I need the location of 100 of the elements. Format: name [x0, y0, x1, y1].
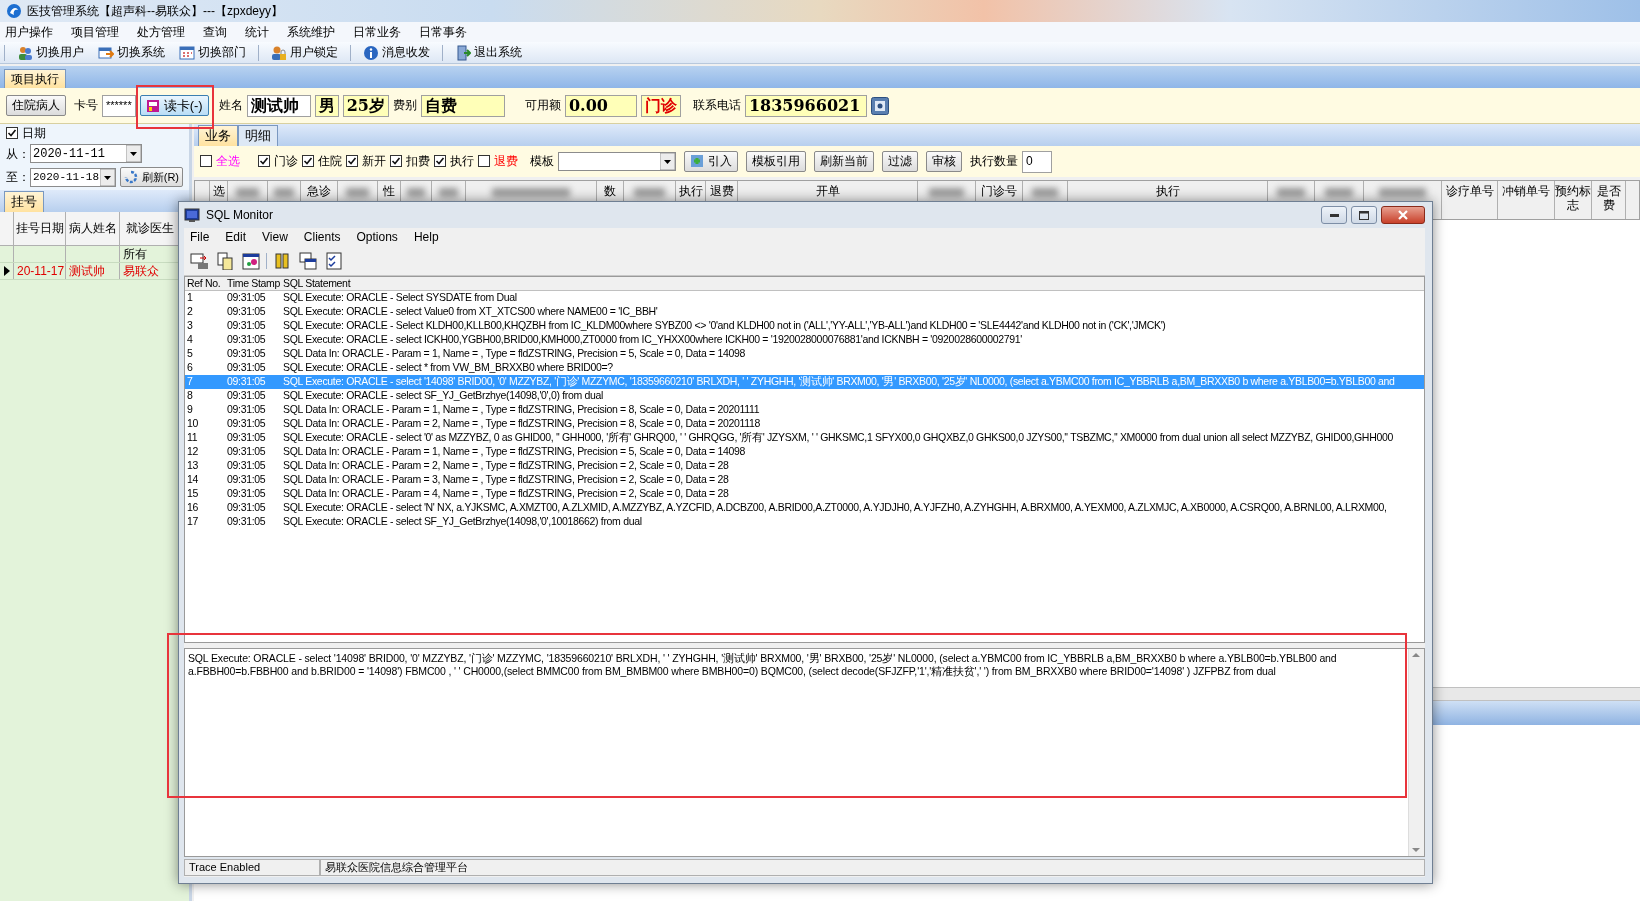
log-row[interactable]: 9 09:31:05 SQL Data In: ORACLE - Param = 1, Name = , Type = fldZSTRING, Precision = 8, Scale = 0, Data = 20201111: [185, 403, 1424, 417]
log-row[interactable]: 15 09:31:05 SQL Data In: ORACLE - Param = 4, Name = , Type = fldZSTRING, Precision = 2, Scale = 0, Data = 28: [185, 487, 1424, 501]
menu-item[interactable]: 项目管理: [70, 24, 120, 40]
column-header[interactable]: 冲销单号: [1502, 185, 1550, 199]
maximize-button[interactable]: [1351, 206, 1377, 224]
dropdown-arrow-icon[interactable]: [126, 145, 141, 163]
column-header[interactable]: 开单: [815, 185, 840, 199]
menu-item[interactable]: 处方管理: [136, 24, 186, 40]
column-header[interactable]: Time Stamp: [227, 277, 283, 290]
export-icon[interactable]: [190, 251, 208, 270]
column-header[interactable]: 是否费: [1592, 185, 1625, 213]
log-row[interactable]: 1 09:31:05 SQL Execute: ORACLE - Select SYSDATE from Dual: [185, 291, 1424, 305]
column-header[interactable]: 性: [383, 185, 395, 199]
column-header[interactable]: 预约标志: [1555, 185, 1591, 213]
vertical-scrollbar[interactable]: [1408, 649, 1424, 856]
balance-field[interactable]: 0.00: [564, 94, 637, 117]
log-row[interactable]: 3 09:31:05 SQL Execute: ORACLE - Select KLDH00,KLLB00,KHQZBH from IC_KLDM00where SYBZ00 <> '0'and KLDH00 not in ('ALL','YY-ALL','YB-ALL')and KLDH00 = 'SLE4442'and KLDH00 not in ('CK','JMCK'): [185, 319, 1424, 333]
log-row[interactable]: 8 09:31:05 SQL Execute: ORACLE - select SF_YJ_GetBrzhye(14098,'0',0) from dual: [185, 389, 1424, 403]
read-card-button[interactable]: 读卡(-): [139, 94, 209, 117]
menu-item[interactable]: File: [190, 229, 210, 245]
log-row[interactable]: 6 09:31:05 SQL Execute: ORACLE - select * from VW_BM_BRXXB0 where BRID00=?: [185, 361, 1424, 375]
window-chart-icon[interactable]: [242, 251, 260, 270]
dropdown-arrow-icon[interactable]: [99, 168, 115, 186]
inpatient-button[interactable]: 住院病人: [6, 95, 66, 116]
menu-item[interactable]: Options: [356, 229, 398, 245]
menu-item[interactable]: Clients: [303, 229, 341, 245]
column-header[interactable]: 选: [212, 185, 225, 199]
dropdown-arrow-icon[interactable]: [660, 153, 675, 170]
date-checkbox[interactable]: [6, 127, 18, 140]
checkbox[interactable]: [258, 155, 270, 168]
log-row[interactable]: 12 09:31:05 SQL Data In: ORACLE - Param = 1, Name = , Type = fldZSTRING, Precision = 5, Scale = 0, Data = 14098: [185, 445, 1424, 459]
column-header[interactable]: 数: [604, 185, 616, 199]
date-picker[interactable]: 2020-11-11: [30, 144, 142, 164]
log-row[interactable]: 17 09:31:05 SQL Execute: ORACLE - select SF_YJ_GetBrzhye(14098,'0',10018662) from dual: [185, 515, 1424, 529]
minimize-button[interactable]: [1321, 206, 1347, 224]
menu-item[interactable]: 统计: [244, 24, 270, 40]
checkbox[interactable]: [434, 155, 446, 168]
visit-type-field[interactable]: 门诊: [640, 94, 681, 117]
toolbar-button[interactable]: 切换系统: [117, 45, 165, 60]
maximize-icon: [1359, 210, 1369, 220]
exec-count-field[interactable]: 0: [1022, 150, 1052, 173]
menu-item[interactable]: 用户操作: [4, 24, 54, 40]
tab[interactable]: 项目执行: [4, 68, 66, 88]
toolbar-button[interactable]: 模板引用: [746, 151, 806, 172]
log-row[interactable]: 10 09:31:05 SQL Data In: ORACLE - Param = 2, Name = , Type = fldZSTRING, Precision = 8, Scale = 0, Data = 20201118: [185, 417, 1424, 431]
checkbox[interactable]: [478, 155, 490, 168]
toolbar-button[interactable]: 审核: [926, 151, 962, 172]
menu-item[interactable]: 系统维护: [286, 24, 336, 40]
phone-book-button[interactable]: [870, 96, 889, 115]
menu-item[interactable]: Help: [413, 229, 439, 245]
checklist-icon[interactable]: [325, 251, 343, 270]
menu-item[interactable]: 查询: [202, 24, 228, 40]
column-header[interactable]: 门诊号: [981, 185, 1017, 199]
log-row[interactable]: 11 09:31:05 SQL Execute: ORACLE - select '0' as MZZYBZ, 0 as GHID00, '' GHH000, '所有' GHRQ00, ' ' GHRQGG, '所有' JZYSXM, ' ' GHKSMC,1 SFYX00,0 GHQXBZ,0 GHKS00,0 JZYS00,'' TSBZMC,'' XM0000 from dual union all select MZZYBZ, GHID00,GHH000: [185, 431, 1424, 445]
copy-icon[interactable]: [216, 251, 234, 270]
log-row[interactable]: 2 09:31:05 SQL Execute: ORACLE - select Value0 from XT_XTCS00 where NAME00 = 'IC_BBH': [185, 305, 1424, 319]
sex-field[interactable]: 男: [314, 94, 339, 117]
date-picker[interactable]: 2020-11-18: [30, 167, 116, 187]
menu-item[interactable]: Edit: [225, 229, 247, 245]
column-header[interactable]: 病人姓名: [66, 212, 120, 245]
log-row[interactable]: 13 09:31:05 SQL Data In: ORACLE - Param = 2, Name = , Type = fldZSTRING, Precision = 2, Scale = 0, Data = 28: [185, 459, 1424, 473]
column-header[interactable]: 挂号日期: [14, 212, 66, 245]
refresh-button[interactable]: 刷新(R): [119, 167, 183, 188]
age-field[interactable]: 25岁: [342, 94, 389, 117]
fee-type-field[interactable]: 自费: [420, 94, 505, 117]
phone-field[interactable]: 1835966021: [744, 94, 867, 117]
toolbar-button[interactable]: 过滤: [882, 151, 918, 172]
toolbar-button[interactable]: 刷新当前: [814, 151, 874, 172]
column-header[interactable]: 急诊: [307, 185, 331, 199]
toolbar-button[interactable]: 用户锁定: [290, 45, 338, 60]
checkbox[interactable]: [200, 155, 212, 168]
toolbar-button[interactable]: 引入: [684, 151, 738, 172]
column-header[interactable]: 执行: [678, 185, 703, 199]
menu-item[interactable]: 日常事务: [418, 24, 468, 40]
checkbox[interactable]: [302, 155, 314, 168]
toolbar-button[interactable]: 退出系统: [474, 45, 522, 60]
windows-icon[interactable]: [299, 251, 317, 270]
tab[interactable]: 明细: [238, 125, 278, 146]
menu-item[interactable]: 日常业务: [352, 24, 402, 40]
card-number-field[interactable]: ******: [102, 94, 136, 117]
column-header[interactable]: 诊疗单号: [1445, 185, 1494, 199]
log-row[interactable]: 4 09:31:05 SQL Execute: ORACLE - select ICKH00,YGBH00,BRID00,KMH000,ZT0000 from IC_YHXX00where ICKH00 = '1920028000076881'and ICKNBH = '0920028600002791': [185, 333, 1424, 347]
menu-item[interactable]: View: [262, 229, 288, 245]
toolbar-button[interactable]: 切换部门: [198, 45, 246, 60]
toolbar-button[interactable]: 消息收发: [382, 45, 430, 60]
tab[interactable]: 挂号: [4, 191, 44, 212]
name-field[interactable]: 测试帅: [246, 94, 311, 117]
pause-icon[interactable]: [273, 251, 291, 270]
column-header[interactable]: Ref No.: [185, 277, 227, 290]
checkbox[interactable]: [346, 155, 358, 168]
log-row[interactable]: 5 09:31:05 SQL Data In: ORACLE - Param = 1, Name = , Type = fldZSTRING, Precision = 5, Scale = 0, Data = 14098: [185, 347, 1424, 361]
checkbox[interactable]: [390, 155, 402, 168]
column-header[interactable]: 执行: [1155, 185, 1180, 199]
log-row[interactable]: 16 09:31:05 SQL Execute: ORACLE - select 'N' NX, a.YJKSMC, A.XMZT00, A.ZLXMID, A.MZZYBZ, A.YZCFID, A.DCBZ00, A.BRID00,A.ZT0000, A.YJDJH0, A.YJFZH0, A.ZYHGHH, A.BRXM00, A.YEXM00, A.ZLXMJC, A.XB0000, A.CSRQ00, A.BRNL00, A.LRXM00,: [185, 501, 1424, 515]
column-header[interactable]: 退费: [709, 185, 734, 199]
tab[interactable]: 业务: [198, 125, 238, 146]
toolbar-button[interactable]: 切换用户: [36, 45, 84, 60]
log-row[interactable]: 14 09:31:05 SQL Data In: ORACLE - Param = 3, Name = , Type = fldZSTRING, Precision = 2, Scale = 0, Data = 28: [185, 473, 1424, 487]
close-button[interactable]: [1381, 206, 1425, 224]
column-header[interactable]: SQL Statement: [283, 277, 1424, 290]
